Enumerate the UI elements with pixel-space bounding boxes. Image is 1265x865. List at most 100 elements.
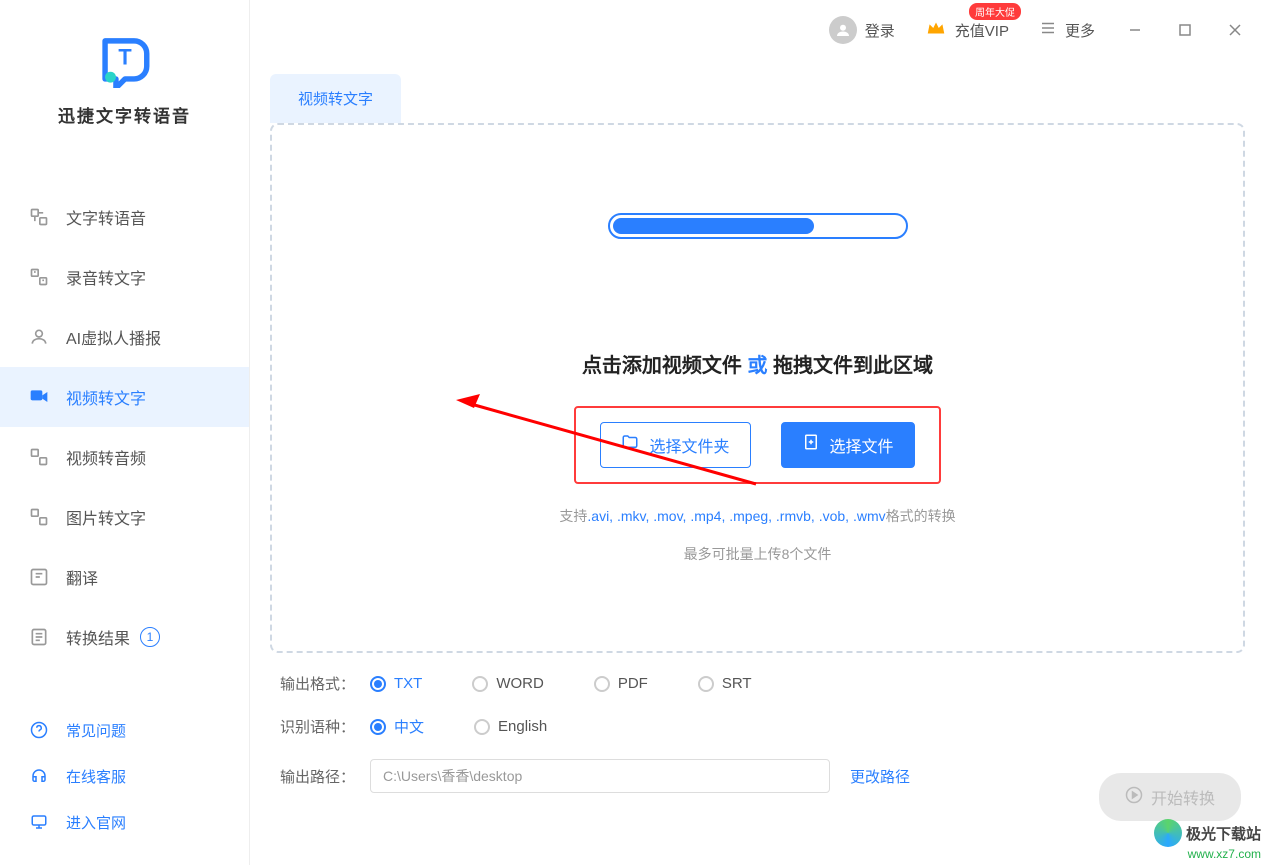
format-radio-pdf[interactable]: PDF — [594, 675, 648, 692]
login-button[interactable]: 登录 — [829, 16, 895, 44]
watermark-url: www.xz7.com — [1154, 847, 1261, 861]
sidebar-item-image-to-text[interactable]: 图片转文字 — [0, 487, 249, 547]
maximize-button[interactable] — [1175, 20, 1195, 40]
image-to-text-icon — [28, 506, 50, 528]
vip-label: 充值VIP — [955, 20, 1009, 41]
tabs: 视频转文字 — [250, 74, 1265, 123]
translate-icon — [28, 566, 50, 588]
change-path-link[interactable]: 更改路径 — [850, 766, 910, 787]
lang-radio-group: 中文 English — [370, 716, 547, 737]
bottom-link-label: 常见问题 — [66, 720, 126, 741]
monitor-icon — [28, 811, 50, 833]
format-radio-srt[interactable]: SRT — [698, 675, 752, 692]
folder-icon — [621, 433, 639, 456]
sidebar: T 迅捷文字转语音 文字转语音 录音转文字 AI虚拟人播报 视频转文字 — [0, 0, 250, 865]
audio-to-text-icon — [28, 266, 50, 288]
lang-radio-zh[interactable]: 中文 — [370, 716, 424, 737]
logo-area: T 迅捷文字转语音 — [0, 0, 249, 147]
sidebar-item-label: 转换结果 — [66, 625, 130, 649]
watermark-text: 极光下载站 — [1186, 823, 1261, 844]
titlebar: 登录 充值VIP 周年大促 更多 — [250, 0, 1265, 60]
language-row: 识别语种： 中文 English — [280, 716, 1235, 737]
sidebar-item-label: 文字转语音 — [66, 205, 146, 229]
radio-label: WORD — [496, 675, 544, 692]
format-radio-txt[interactable]: TXT — [370, 675, 422, 692]
ai-avatar-icon — [28, 326, 50, 348]
radio-label: TXT — [394, 675, 422, 692]
more-label: 更多 — [1065, 20, 1095, 41]
website-link[interactable]: 进入官网 — [0, 799, 249, 845]
drop-text-or: 或 — [748, 355, 768, 377]
text-to-speech-icon — [28, 206, 50, 228]
sidebar-item-label: 翻译 — [66, 565, 98, 589]
progress-fill — [613, 218, 814, 234]
output-path-row: 输出路径： 更改路径 — [280, 759, 1235, 793]
select-folder-label: 选择文件夹 — [649, 433, 729, 457]
results-badge: 1 — [140, 627, 160, 647]
sidebar-item-label: AI虚拟人播报 — [66, 325, 161, 349]
svg-text:T: T — [118, 44, 132, 69]
bottom-links: 常见问题 在线客服 进入官网 — [0, 707, 249, 865]
path-input[interactable] — [370, 759, 830, 793]
drop-text-pre: 点击添加视频文件 — [582, 355, 742, 377]
minimize-button[interactable] — [1125, 20, 1145, 40]
radio-label: SRT — [722, 675, 752, 692]
radio-icon — [698, 676, 714, 692]
headset-icon — [28, 765, 50, 787]
nav: 文字转语音 录音转文字 AI虚拟人播报 视频转文字 视频转音频 图片转文字 — [0, 187, 249, 707]
support-link[interactable]: 在线客服 — [0, 753, 249, 799]
results-icon — [28, 626, 50, 648]
hint-pre: 支持 — [559, 508, 587, 524]
app-logo-icon: T — [96, 30, 154, 88]
watermark: 极光下载站 www.xz7.com — [1154, 819, 1261, 861]
close-button[interactable] — [1225, 20, 1245, 40]
bottom-link-label: 进入官网 — [66, 812, 126, 833]
drop-text-post: 拖拽文件到此区域 — [773, 355, 933, 377]
app-name: 迅捷文字转语音 — [0, 102, 249, 127]
hint-extensions: .avi, .mkv, .mov, .mp4, .mpeg, .rmvb, .v… — [587, 508, 885, 524]
button-row-highlight: 选择文件夹 选择文件 — [574, 406, 940, 484]
radio-label: English — [498, 718, 547, 735]
progress-indicator — [608, 213, 908, 239]
video-to-text-icon — [28, 386, 50, 408]
select-file-label: 选择文件 — [830, 433, 894, 457]
start-label: 开始转换 — [1151, 785, 1215, 809]
radio-icon — [594, 676, 610, 692]
login-label: 登录 — [865, 20, 895, 41]
crown-icon — [925, 17, 947, 43]
drop-zone[interactable]: 点击添加视频文件 或 拖拽文件到此区域 选择文件夹 选择文件 支持.avi, .… — [270, 123, 1245, 653]
lang-radio-en[interactable]: English — [474, 716, 547, 737]
start-convert-button[interactable]: 开始转换 — [1099, 773, 1241, 821]
hint-post: 格式的转换 — [886, 508, 956, 524]
help-icon — [28, 719, 50, 741]
sidebar-item-label: 图片转文字 — [66, 505, 146, 529]
radio-icon — [472, 676, 488, 692]
sidebar-item-text-to-speech[interactable]: 文字转语音 — [0, 187, 249, 247]
sidebar-item-video-to-text[interactable]: 视频转文字 — [0, 367, 249, 427]
vip-button[interactable]: 充值VIP 周年大促 — [925, 17, 1009, 43]
file-add-icon — [802, 433, 820, 456]
sidebar-item-translate[interactable]: 翻译 — [0, 547, 249, 607]
select-file-button[interactable]: 选择文件 — [781, 422, 915, 468]
faq-link[interactable]: 常见问题 — [0, 707, 249, 753]
more-button[interactable]: 更多 — [1039, 19, 1095, 41]
sidebar-item-results[interactable]: 转换结果 1 — [0, 607, 249, 667]
watermark-logo-icon — [1154, 819, 1182, 847]
format-label: 输出格式： — [280, 673, 370, 694]
radio-icon — [370, 676, 386, 692]
select-folder-button[interactable]: 选择文件夹 — [600, 422, 750, 468]
radio-label: PDF — [618, 675, 648, 692]
sidebar-item-video-to-audio[interactable]: 视频转音频 — [0, 427, 249, 487]
sidebar-item-label: 视频转音频 — [66, 445, 146, 469]
menu-icon — [1039, 19, 1057, 41]
sidebar-item-label: 录音转文字 — [66, 265, 146, 289]
max-hint: 最多可批量上传8个文件 — [684, 544, 832, 564]
drop-text: 点击添加视频文件 或 拖拽文件到此区域 — [582, 349, 933, 378]
format-radio-word[interactable]: WORD — [472, 675, 544, 692]
path-label: 输出路径： — [280, 766, 370, 787]
sidebar-item-audio-to-text[interactable]: 录音转文字 — [0, 247, 249, 307]
radio-label: 中文 — [394, 716, 424, 737]
tab-video-to-text[interactable]: 视频转文字 — [270, 74, 401, 123]
sidebar-item-ai-avatar[interactable]: AI虚拟人播报 — [0, 307, 249, 367]
vip-promo-badge: 周年大促 — [969, 3, 1021, 20]
